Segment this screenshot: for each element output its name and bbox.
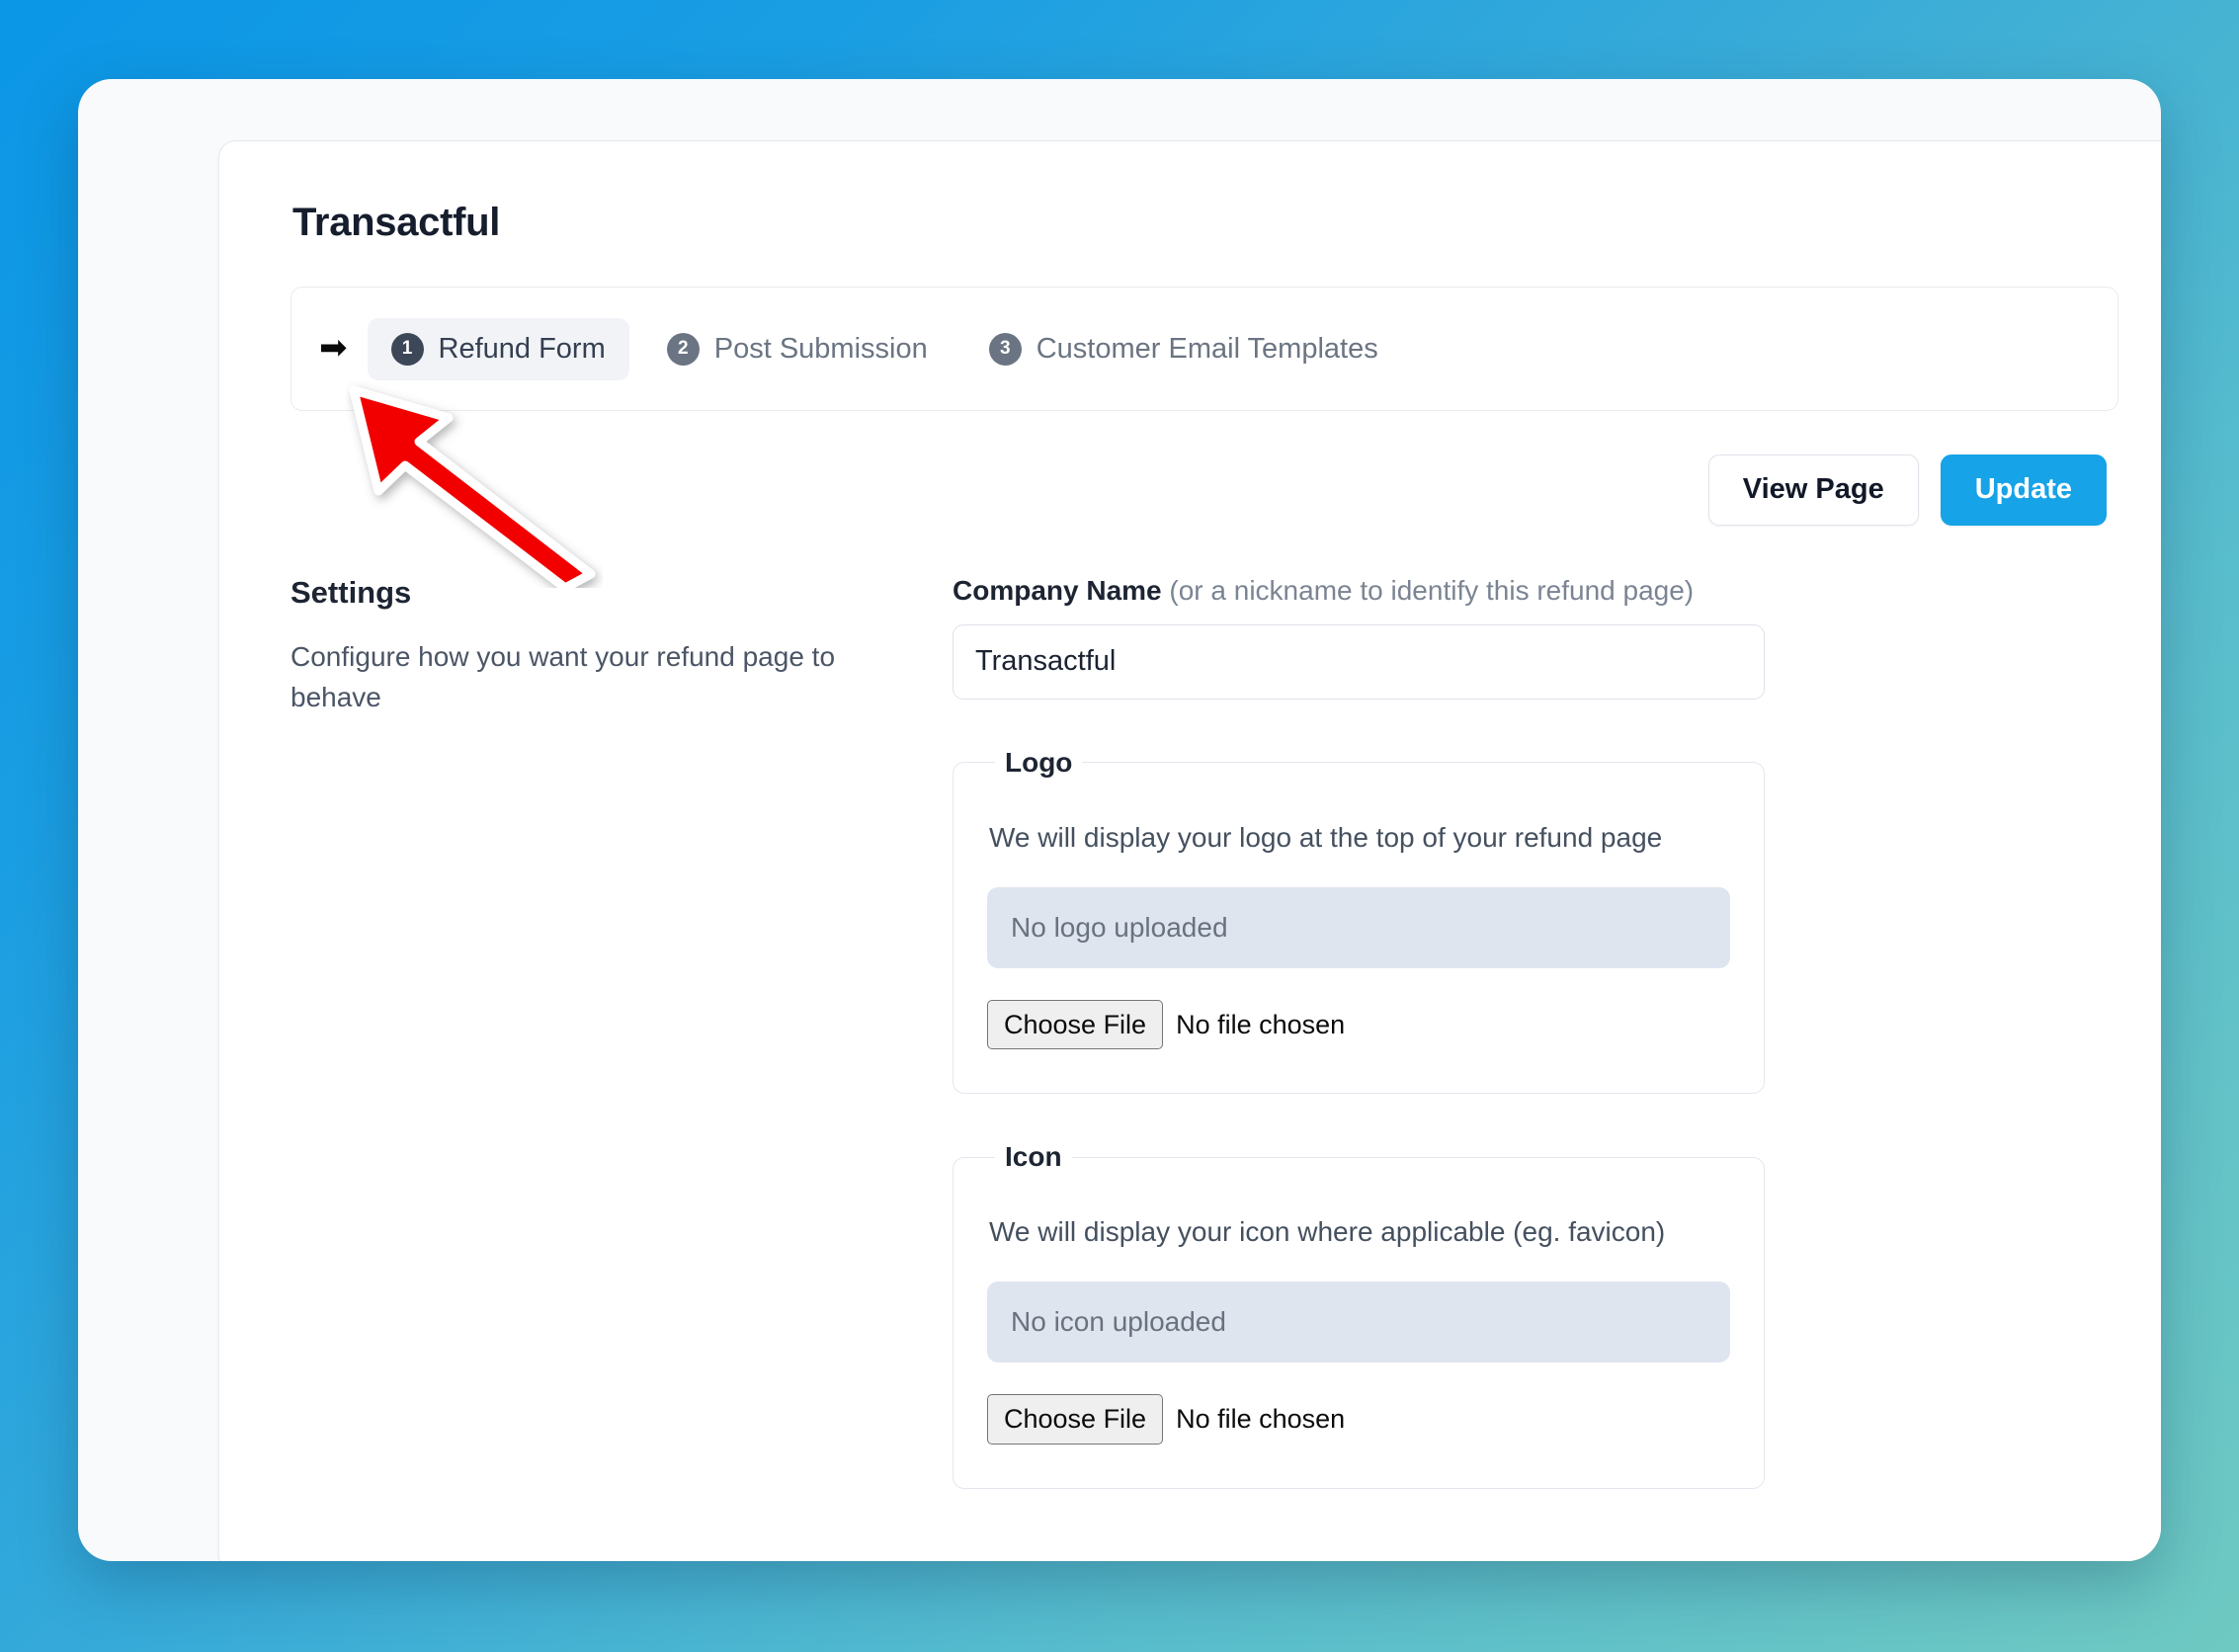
main-panel: Transactful ➡ 1 Refund Form 2 Post Submi… bbox=[218, 140, 2161, 1561]
settings-form-column: Company Name (or a nickname to identify … bbox=[953, 575, 1765, 1489]
icon-preview-placeholder: No icon uploaded bbox=[987, 1281, 1730, 1363]
page-title: Transactful bbox=[292, 201, 501, 244]
tab-customer-email-templates[interactable]: 3 Customer Email Templates bbox=[965, 318, 1402, 380]
logo-file-input[interactable]: Choose File No file chosen bbox=[987, 999, 1730, 1050]
tab-label: Customer Email Templates bbox=[1036, 332, 1378, 365]
company-name-label: Company Name (or a nickname to identify … bbox=[953, 575, 1765, 607]
tab-post-submission[interactable]: 2 Post Submission bbox=[643, 318, 952, 380]
logo-legend: Logo bbox=[1005, 746, 1073, 778]
logo-preview-placeholder: No logo uploaded bbox=[987, 886, 1730, 968]
app-card: Transactful ➡ 1 Refund Form 2 Post Submi… bbox=[78, 79, 2161, 1561]
company-name-hint: (or a nickname to identify this refund p… bbox=[1169, 574, 1695, 606]
settings-content: Settings Configure how you want your ref… bbox=[290, 575, 2118, 1489]
icon-file-input[interactable]: Choose File No file chosen bbox=[987, 1394, 1730, 1445]
logo-choose-file-button[interactable]: Choose File bbox=[987, 999, 1164, 1050]
settings-description-column: Settings Configure how you want your ref… bbox=[290, 575, 883, 1489]
step-number-badge: 1 bbox=[390, 332, 424, 366]
action-buttons: View Page Update bbox=[277, 454, 2107, 526]
icon-choose-file-button[interactable]: Choose File bbox=[987, 1394, 1164, 1445]
step-number-badge: 3 bbox=[988, 332, 1022, 366]
arrow-right-icon: ➡ bbox=[319, 329, 348, 367]
view-page-button[interactable]: View Page bbox=[1707, 454, 1919, 526]
step-number-badge: 2 bbox=[666, 332, 700, 366]
settings-heading: Settings bbox=[290, 574, 412, 610]
steps-navigation: ➡ 1 Refund Form 2 Post Submission 3 Cust… bbox=[290, 287, 2118, 411]
update-button[interactable]: Update bbox=[1940, 454, 2107, 526]
tab-label: Refund Form bbox=[438, 332, 606, 365]
logo-description: We will display your logo at the top of … bbox=[989, 821, 1663, 853]
icon-fieldset: Icon We will display your icon where app… bbox=[953, 1141, 1765, 1489]
icon-legend: Icon bbox=[1005, 1141, 1062, 1173]
logo-fieldset: Logo We will display your logo at the to… bbox=[953, 746, 1765, 1095]
settings-subtext: Configure how you want your refund page … bbox=[290, 640, 836, 713]
company-name-field: Company Name (or a nickname to identify … bbox=[953, 575, 1765, 700]
tab-refund-form[interactable]: 1 Refund Form bbox=[367, 317, 629, 380]
company-name-input[interactable] bbox=[953, 623, 1765, 700]
icon-description: We will display your icon where applicab… bbox=[989, 1216, 1666, 1248]
icon-file-status: No file chosen bbox=[1176, 1403, 1346, 1434]
tab-label: Post Submission bbox=[713, 332, 928, 365]
company-name-label-text: Company Name bbox=[953, 574, 1162, 606]
logo-file-status: No file chosen bbox=[1176, 1009, 1346, 1039]
